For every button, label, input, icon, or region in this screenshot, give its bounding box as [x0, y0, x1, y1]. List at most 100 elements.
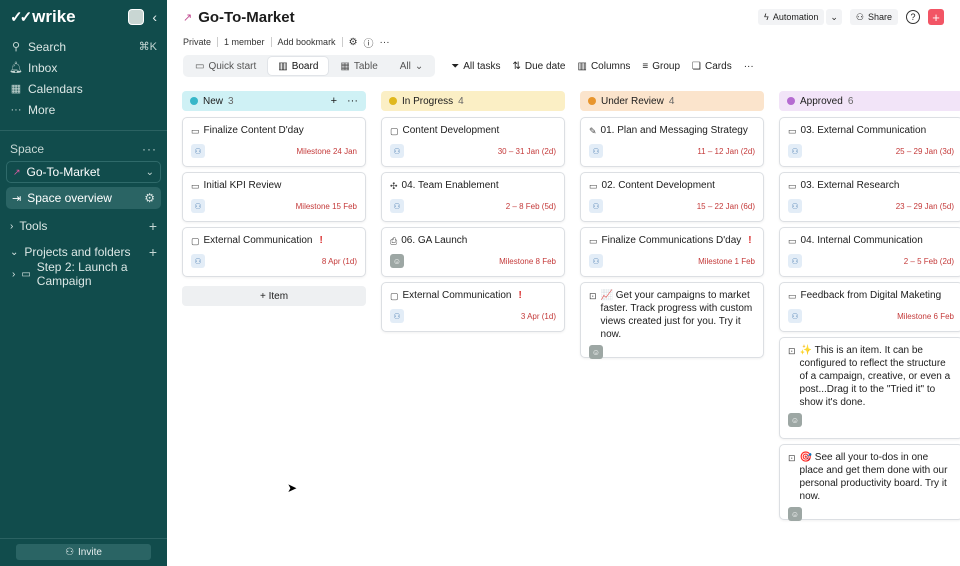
- dots-icon: ···: [10, 103, 22, 116]
- add-project-icon[interactable]: +: [149, 244, 157, 260]
- add-bookmark-link[interactable]: Add bookmark: [278, 37, 336, 47]
- more-icon[interactable]: ···: [744, 61, 754, 72]
- board-tools: ⏷ All tasks ⇅ Due date ▥ Columns ≡ Group…: [451, 61, 753, 72]
- add-tool-icon[interactable]: +: [149, 218, 157, 234]
- wrike-check-icon: ✓✓: [10, 9, 32, 26]
- space-more-icon[interactable]: ···: [142, 142, 157, 156]
- task-card[interactable]: ▭ 04. Internal Communication ⚇ 2 – 5 Feb (…: [779, 227, 960, 277]
- search-icon: ⚲: [11, 41, 21, 53]
- column-header[interactable]: In Progress 4: [381, 91, 565, 111]
- column-header[interactable]: Approved 6: [779, 91, 960, 111]
- task-card[interactable]: ✎ 01. Plan and Messaging Strategy ⚇ 11 – 1…: [580, 117, 764, 167]
- task-card[interactable]: ▢ Content Development ⚇ 30 – 31 Jan (2d): [381, 117, 565, 167]
- tip-card[interactable]: ⊡ 📈 Get your campaigns to market faster. …: [580, 282, 764, 359]
- avatar[interactable]: ☺: [589, 345, 603, 359]
- help-icon[interactable]: ?: [906, 10, 920, 24]
- status-icon: [389, 97, 397, 105]
- filter-icon: ⏷: [451, 60, 460, 72]
- tip-icon: ⊡: [788, 346, 796, 356]
- group-icon: ≡: [642, 60, 649, 72]
- task-card[interactable]: ▭ 02. Content Development ⚇ 15 – 22 Jan (6…: [580, 172, 764, 222]
- chevron-right-icon: ›: [12, 268, 16, 280]
- add-item-button[interactable]: + Item: [182, 286, 366, 306]
- avatar[interactable]: ☺: [788, 507, 802, 521]
- sidebar-item-calendars[interactable]: ▦ Calendars: [0, 78, 167, 99]
- task-card[interactable]: ▭ Initial KPI Review ⚇ Milestone 15 Feb: [182, 172, 366, 222]
- members-link[interactable]: 1 member: [224, 37, 265, 47]
- view-switcher: ▭ Quick start ▥ Board ▦ Table All ⌄: [183, 55, 436, 77]
- chevron-down-icon: ⌄: [830, 11, 838, 22]
- gear-icon[interactable]: ⚙: [349, 37, 358, 48]
- add-assignee-icon[interactable]: ⚇: [390, 144, 404, 158]
- more-icon[interactable]: ···: [380, 37, 390, 48]
- space-selector[interactable]: ↗ Go-To-Market ⌄: [6, 161, 161, 183]
- add-assignee-icon[interactable]: ⚇: [788, 199, 802, 213]
- info-icon[interactable]: ⓘ: [364, 35, 374, 50]
- task-card[interactable]: ▭ Feedback from Digital Maketing ⚇ Milesto…: [779, 282, 960, 332]
- add-assignee-icon[interactable]: ⚇: [191, 199, 205, 213]
- user-avatar[interactable]: [128, 9, 145, 25]
- task-card[interactable]: ▭ Finalize Content D'day ⚇ Milestone 24 Ja…: [182, 117, 366, 167]
- gear-icon[interactable]: ⚙: [144, 191, 155, 205]
- tab-table[interactable]: ▦ Table: [330, 57, 387, 75]
- sidebar-item-more[interactable]: ··· More: [0, 99, 167, 120]
- space-icon: ↗: [13, 166, 21, 177]
- automation-button[interactable]: ϟ Automation: [758, 9, 825, 25]
- automation-dropdown[interactable]: ⌄: [826, 9, 842, 25]
- add-assignee-icon[interactable]: ⚇: [191, 144, 205, 158]
- sidebar-item-project[interactable]: › ▭ Step 2: Launch a Campaign: [0, 260, 167, 288]
- folder-icon: ▭: [589, 181, 598, 191]
- chevron-down-icon: ⌄: [10, 246, 19, 258]
- sort-due-date[interactable]: ⇅ Due date: [513, 61, 566, 72]
- column-header[interactable]: New 3 + ···: [182, 91, 366, 111]
- avatar[interactable]: ☺: [788, 413, 802, 427]
- sidebar-item-space-overview[interactable]: ⇥ Space overview ⚙: [6, 187, 161, 209]
- task-icon: ▢: [390, 291, 399, 301]
- add-assignee-icon[interactable]: ⚇: [589, 254, 603, 268]
- task-card[interactable]: ▭ 03. External Research ⚇ 23 – 29 Jan (5d): [779, 172, 960, 222]
- add-assignee-icon[interactable]: ⚇: [788, 254, 802, 268]
- invite-button[interactable]: ⚇ Invite: [16, 544, 151, 560]
- task-card[interactable]: ▢ External Communication! ⚇ 8 Apr (1d): [182, 227, 366, 277]
- group-button[interactable]: ≡ Group: [642, 61, 680, 72]
- more-icon[interactable]: ···: [347, 95, 358, 107]
- task-card[interactable]: ▢ External Communication! ⚇ 3 Apr (1d): [381, 282, 565, 332]
- columns-button[interactable]: ▥ Columns: [577, 61, 630, 72]
- add-icon[interactable]: +: [331, 95, 337, 107]
- task-card[interactable]: ✣ 04. Team Enablement ⚇ 2 – 8 Feb (5d): [381, 172, 565, 222]
- add-assignee-icon[interactable]: ⚇: [788, 309, 802, 323]
- task-card[interactable]: ⎙ 06. GA Launch ☺ Milestone 8 Feb: [381, 227, 565, 277]
- add-assignee-icon[interactable]: ⚇: [390, 309, 404, 323]
- space-icon: ↗: [183, 11, 193, 24]
- create-button[interactable]: +: [928, 9, 944, 25]
- privacy-label[interactable]: Private: [183, 37, 211, 47]
- user-icon: ⚇: [855, 11, 864, 22]
- board-icon: ▥: [278, 60, 288, 72]
- add-assignee-icon[interactable]: ⚇: [788, 144, 802, 158]
- chevron-left-icon[interactable]: ‹: [152, 9, 157, 25]
- tab-all[interactable]: All ⌄: [390, 57, 434, 75]
- share-button[interactable]: ⚇ Share: [849, 9, 898, 25]
- column-header[interactable]: Under Review 4: [580, 91, 764, 111]
- wrike-logo[interactable]: ✓✓ wrike: [10, 7, 76, 27]
- add-assignee-icon[interactable]: ⚇: [390, 199, 404, 213]
- tip-card[interactable]: ⊡ ✨ This is an item. It can be configured…: [779, 337, 960, 439]
- board: New 3 + ··· ▭ Finalize Content D'day ⚇ Mil…: [182, 91, 960, 566]
- column-approved: Approved 6 ▭ 03. External Communication ⚇…: [779, 91, 960, 521]
- sidebar-item-tools[interactable]: › Tools +: [0, 215, 167, 237]
- cards-button[interactable]: ❏ Cards: [692, 61, 732, 72]
- sidebar-item-inbox[interactable]: 🔔︎ Inbox: [0, 57, 167, 78]
- avatar[interactable]: ☺: [390, 254, 404, 268]
- add-assignee-icon[interactable]: ⚇: [191, 254, 205, 268]
- tab-quick-start[interactable]: ▭ Quick start: [185, 57, 266, 75]
- filter-all-tasks[interactable]: ⏷ All tasks: [451, 61, 500, 72]
- edit-icon: ✎: [589, 126, 597, 136]
- add-assignee-icon[interactable]: ⚇: [589, 144, 603, 158]
- sidebar-item-search[interactable]: ⚲ Search ⌘K: [0, 36, 167, 57]
- task-card[interactable]: ▭ 03. External Communication ⚇ 25 – 29 Jan…: [779, 117, 960, 167]
- task-card[interactable]: ▭ Finalize Communications D'day! ⚇ Milesto…: [580, 227, 764, 277]
- tip-card[interactable]: ⊡ 🎯 See all your to-dos in one place and …: [779, 444, 960, 521]
- overview-icon: ⇥: [12, 192, 22, 205]
- add-assignee-icon[interactable]: ⚇: [589, 199, 603, 213]
- tab-board[interactable]: ▥ Board: [268, 57, 329, 75]
